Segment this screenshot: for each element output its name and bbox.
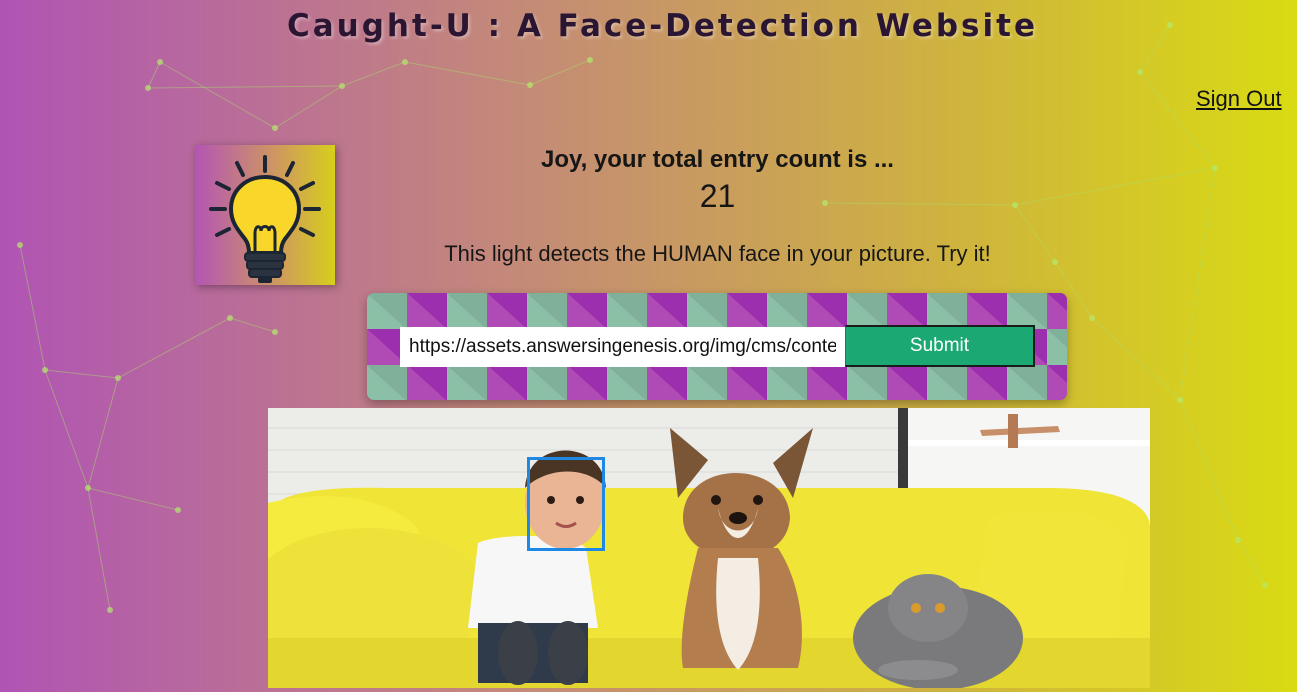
photo-scene: [268, 408, 1150, 688]
result-image: [268, 408, 1150, 688]
entry-count-value: 21: [699, 178, 736, 214]
lightbulb-logo: [195, 145, 335, 285]
submit-button[interactable]: Submit: [845, 325, 1035, 367]
page-title: Caught-U : A Face-Detection Website: [287, 8, 1038, 44]
entry-count-greeting: Joy, your total entry count is ...: [541, 146, 894, 173]
instructions-text: This light detects the HUMAN face in you…: [444, 241, 991, 266]
detected-face-box: [527, 457, 605, 551]
image-url-input[interactable]: [400, 327, 845, 367]
lightbulb-icon: [209, 155, 321, 283]
sign-out-link[interactable]: Sign Out: [1196, 86, 1282, 112]
